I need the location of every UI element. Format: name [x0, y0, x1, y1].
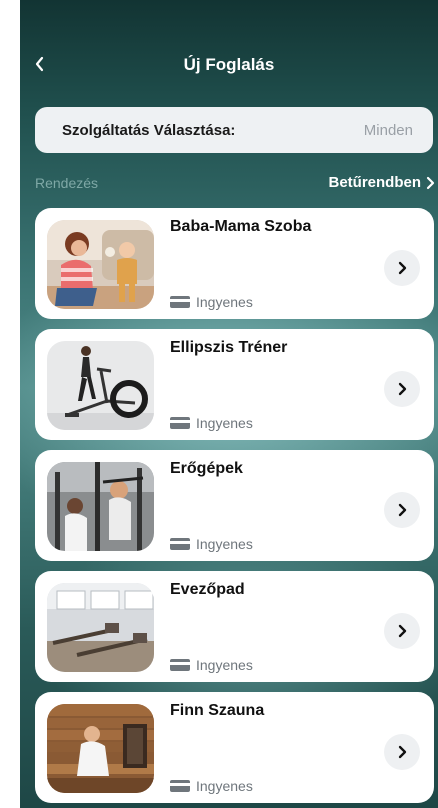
sort-row: Rendezés Betűrendben — [35, 172, 435, 194]
page-title: Új Foglalás — [183, 55, 275, 74]
screen: Új Foglalás Szolgáltatás Választása: Min… — [20, 0, 438, 808]
wallet-icon — [170, 538, 190, 550]
service-name: Finn Szauna — [170, 702, 265, 719]
wallet-icon — [170, 780, 190, 792]
chevron-right-icon — [398, 261, 407, 275]
wallet-icon — [170, 417, 190, 429]
service-name: Baba-Mama Szoba — [170, 218, 312, 235]
finnish-sauna-photo — [47, 704, 154, 793]
chevron-right-icon — [398, 503, 407, 517]
service-card[interactable]: Erőgépek Ingyenes — [35, 450, 434, 561]
service-selector[interactable]: Szolgáltatás Választása: Minden — [35, 107, 433, 153]
service-card[interactable]: Ellipszis Tréner Ingyenes — [35, 329, 434, 440]
price-row: Ingyenes — [170, 657, 253, 673]
price-label: Ingyenes — [196, 657, 253, 673]
price-row: Ingyenes — [170, 778, 253, 794]
elliptical-trainer-photo — [47, 341, 154, 430]
service-card[interactable]: Evezőpad Ingyenes — [35, 571, 434, 682]
price-label: Ingyenes — [196, 536, 253, 552]
sort-selector[interactable]: Betűrendben — [328, 174, 435, 191]
open-service-button[interactable] — [384, 371, 420, 407]
open-service-button[interactable] — [384, 613, 420, 649]
sort-label: Rendezés — [35, 175, 99, 191]
chevron-right-icon — [398, 745, 407, 759]
service-selector-label: Szolgáltatás Választása: — [62, 121, 236, 139]
service-card[interactable]: Finn Szauna Ingyenes — [35, 692, 434, 803]
service-name: Evezőpad — [170, 581, 245, 598]
chevron-right-icon — [426, 176, 435, 189]
mother-baby-photo — [47, 220, 154, 309]
service-name: Ellipszis Tréner — [170, 339, 288, 356]
open-service-button[interactable] — [384, 734, 420, 770]
service-name: Erőgépek — [170, 460, 243, 477]
price-row: Ingyenes — [170, 294, 253, 310]
price-label: Ingyenes — [196, 415, 253, 431]
price-row: Ingyenes — [170, 536, 253, 552]
wallet-icon — [170, 659, 190, 671]
open-service-button[interactable] — [384, 492, 420, 528]
price-row: Ingyenes — [170, 415, 253, 431]
chevron-right-icon — [398, 382, 407, 396]
price-label: Ingyenes — [196, 778, 253, 794]
price-label: Ingyenes — [196, 294, 253, 310]
chevron-right-icon — [398, 624, 407, 638]
sort-value: Betűrendben — [328, 174, 421, 191]
service-selector-value: Minden — [363, 121, 413, 139]
service-card[interactable]: Baba-Mama Szoba Ingyenes — [35, 208, 434, 319]
strength-machines-photo — [47, 462, 154, 551]
header: Új Foglalás — [20, 44, 438, 88]
wallet-icon — [170, 296, 190, 308]
rowing-machine-room-photo — [47, 583, 154, 672]
open-service-button[interactable] — [384, 250, 420, 286]
